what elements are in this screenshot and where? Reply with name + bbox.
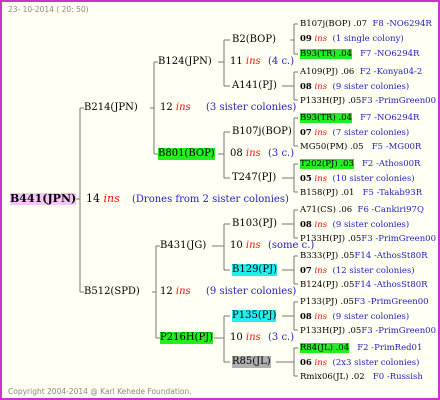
gen4-queen-7[interactable]: P135(PJ) bbox=[232, 310, 277, 322]
timestamp: 23- 10-2014 ( 20: 50) bbox=[8, 5, 89, 14]
connector-gen4-8 bbox=[276, 347, 298, 377]
gen5-sire-1[interactable]: B107j(BOP) .07 F8 -NO6294R bbox=[300, 18, 432, 30]
connector-gen3-4 bbox=[214, 315, 230, 363]
gen5-ins-4: 05 ins (10 sister colonies) bbox=[300, 174, 415, 184]
gen4-queen-3[interactable]: B107j(BOP) bbox=[232, 126, 292, 138]
connector-gen3-1 bbox=[218, 39, 230, 87]
gen5-dam-8[interactable]: Rmix06(JL) .02 F0 -Russish bbox=[300, 371, 423, 383]
gen5-ins-3: 07 ins (7 sister colonies) bbox=[300, 128, 410, 138]
gen5-ins-7: 08 ins (9 sister colonies) bbox=[300, 312, 410, 322]
gen4-queen-6[interactable]: B129(PJ) bbox=[232, 264, 277, 276]
gen3-queen-2[interactable]: B801(BOP) bbox=[158, 148, 215, 160]
gen5-ins-5: 08 ins (9 sister colonies) bbox=[300, 220, 410, 230]
connector-gen4-7 bbox=[282, 301, 298, 331]
gen5-dam-5[interactable]: P133H(PJ) .05F3 -PrimGreen00 bbox=[300, 233, 436, 245]
gen3-queen-4[interactable]: P216H(PJ) bbox=[160, 332, 214, 344]
gen5-sire-4[interactable]: T202(PJ) .03 F2 -Athos00R bbox=[300, 158, 420, 170]
gen5-ins-1: 09 ins (1 single colony) bbox=[300, 34, 404, 44]
root-note: (Drones from 2 sister colonies) bbox=[132, 194, 289, 205]
connector-gen4-1 bbox=[290, 23, 298, 55]
connector-gen4-6 bbox=[282, 255, 298, 285]
gen5-ins-8: 06 ins (2x3 sister colonies) bbox=[300, 358, 420, 368]
gen3-queen-3[interactable]: B431(JG) bbox=[160, 240, 206, 252]
gen4-queen-2[interactable]: A141(PJ) bbox=[232, 80, 277, 92]
gen2-note-1: (3 sister colonies) bbox=[206, 102, 297, 113]
connector-gen4-3 bbox=[293, 117, 298, 147]
gen5-sire-8[interactable]: R84(JL) .04 F2 -PrimRed01 bbox=[300, 342, 422, 354]
gen2-note-2: (9 sister colonies) bbox=[206, 286, 297, 297]
connector-gen4-4 bbox=[282, 163, 298, 193]
gen5-sire-6[interactable]: B333(PJ) .05F14 -AthosSt80R bbox=[300, 250, 428, 262]
gen3-ins-1: 11 ins bbox=[230, 56, 261, 67]
gen4-queen-1[interactable]: B2(BOP) bbox=[232, 34, 276, 46]
gen3-note-4: (3 c.) bbox=[268, 332, 295, 343]
gen5-dam-1[interactable]: B93(TR) .04 F7 -NO6294R bbox=[300, 48, 419, 60]
gen2-queen-2[interactable]: B512(SPD) bbox=[84, 286, 140, 298]
gen2-ins-2: 12 ins bbox=[160, 286, 191, 297]
gen2-ins-1: 12 ins bbox=[160, 102, 191, 113]
gen4-queen-8[interactable]: R85(JL) bbox=[232, 356, 271, 368]
pedigree-frame: 23- 10-2014 ( 20: 50) Copyright 2004-201… bbox=[0, 0, 440, 400]
gen4-queen-5[interactable]: B103(PJ) bbox=[232, 218, 277, 230]
gen5-dam-7[interactable]: P133H(PJ) .05F3 -PrimGreen00 bbox=[300, 325, 436, 337]
gen5-sire-3[interactable]: B93(TR) .04 F7 -NO6294R bbox=[300, 112, 419, 124]
root-ins: 14 ins bbox=[86, 192, 120, 205]
connector-gen3-3 bbox=[212, 223, 230, 271]
gen3-note-1: (4 c.) bbox=[268, 56, 295, 67]
gen3-ins-2: 08 ins bbox=[230, 148, 261, 159]
copyright: Copyright 2004-2014 @ Karl Kehede Founda… bbox=[8, 387, 192, 396]
gen5-dam-2[interactable]: P133H(PJ) .05F3 -PrimGreen00 bbox=[300, 95, 436, 107]
gen5-sire-2[interactable]: A109(PJ) .06 F2 -Konya04-2 bbox=[300, 66, 422, 78]
gen5-ins-6: 07 ins (12 sister colonies) bbox=[300, 266, 415, 276]
gen5-dam-6[interactable]: B124(PJ) .05F14 -AthosSt80R bbox=[300, 279, 428, 291]
connector-gen2-bottom bbox=[152, 245, 160, 339]
gen3-ins-4: 10 ins bbox=[230, 332, 261, 343]
gen5-ins-2: 08 ins (9 sister colonies) bbox=[300, 82, 410, 92]
gen5-dam-4[interactable]: B158(PJ) .01 F5 -Takab93R bbox=[300, 187, 422, 199]
gen3-note-2: (3 c.) bbox=[268, 148, 295, 159]
gen5-sire-7[interactable]: P133(PJ) .05F3 -PrimGreen00 bbox=[300, 296, 429, 308]
gen3-ins-3: 10 ins bbox=[230, 240, 261, 251]
connector-gen3-2 bbox=[218, 131, 230, 179]
gen2-queen-1[interactable]: B214(JPN) bbox=[84, 102, 138, 114]
connector-gen4-5 bbox=[282, 209, 298, 239]
gen3-queen-1[interactable]: B124(JPN) bbox=[158, 56, 212, 68]
connector-gen2-top bbox=[150, 61, 158, 155]
gen5-sire-5[interactable]: A71(CS) .06 F6 -Cankiri97Q bbox=[300, 204, 424, 216]
gen5-dam-3[interactable]: MG50(PM) .05 F5 -MG00R bbox=[300, 141, 421, 153]
gen4-queen-4[interactable]: T247(PJ) bbox=[232, 172, 276, 184]
connector-gen4-2 bbox=[282, 71, 298, 101]
root-queen[interactable]: B441(JPN) bbox=[10, 193, 77, 205]
